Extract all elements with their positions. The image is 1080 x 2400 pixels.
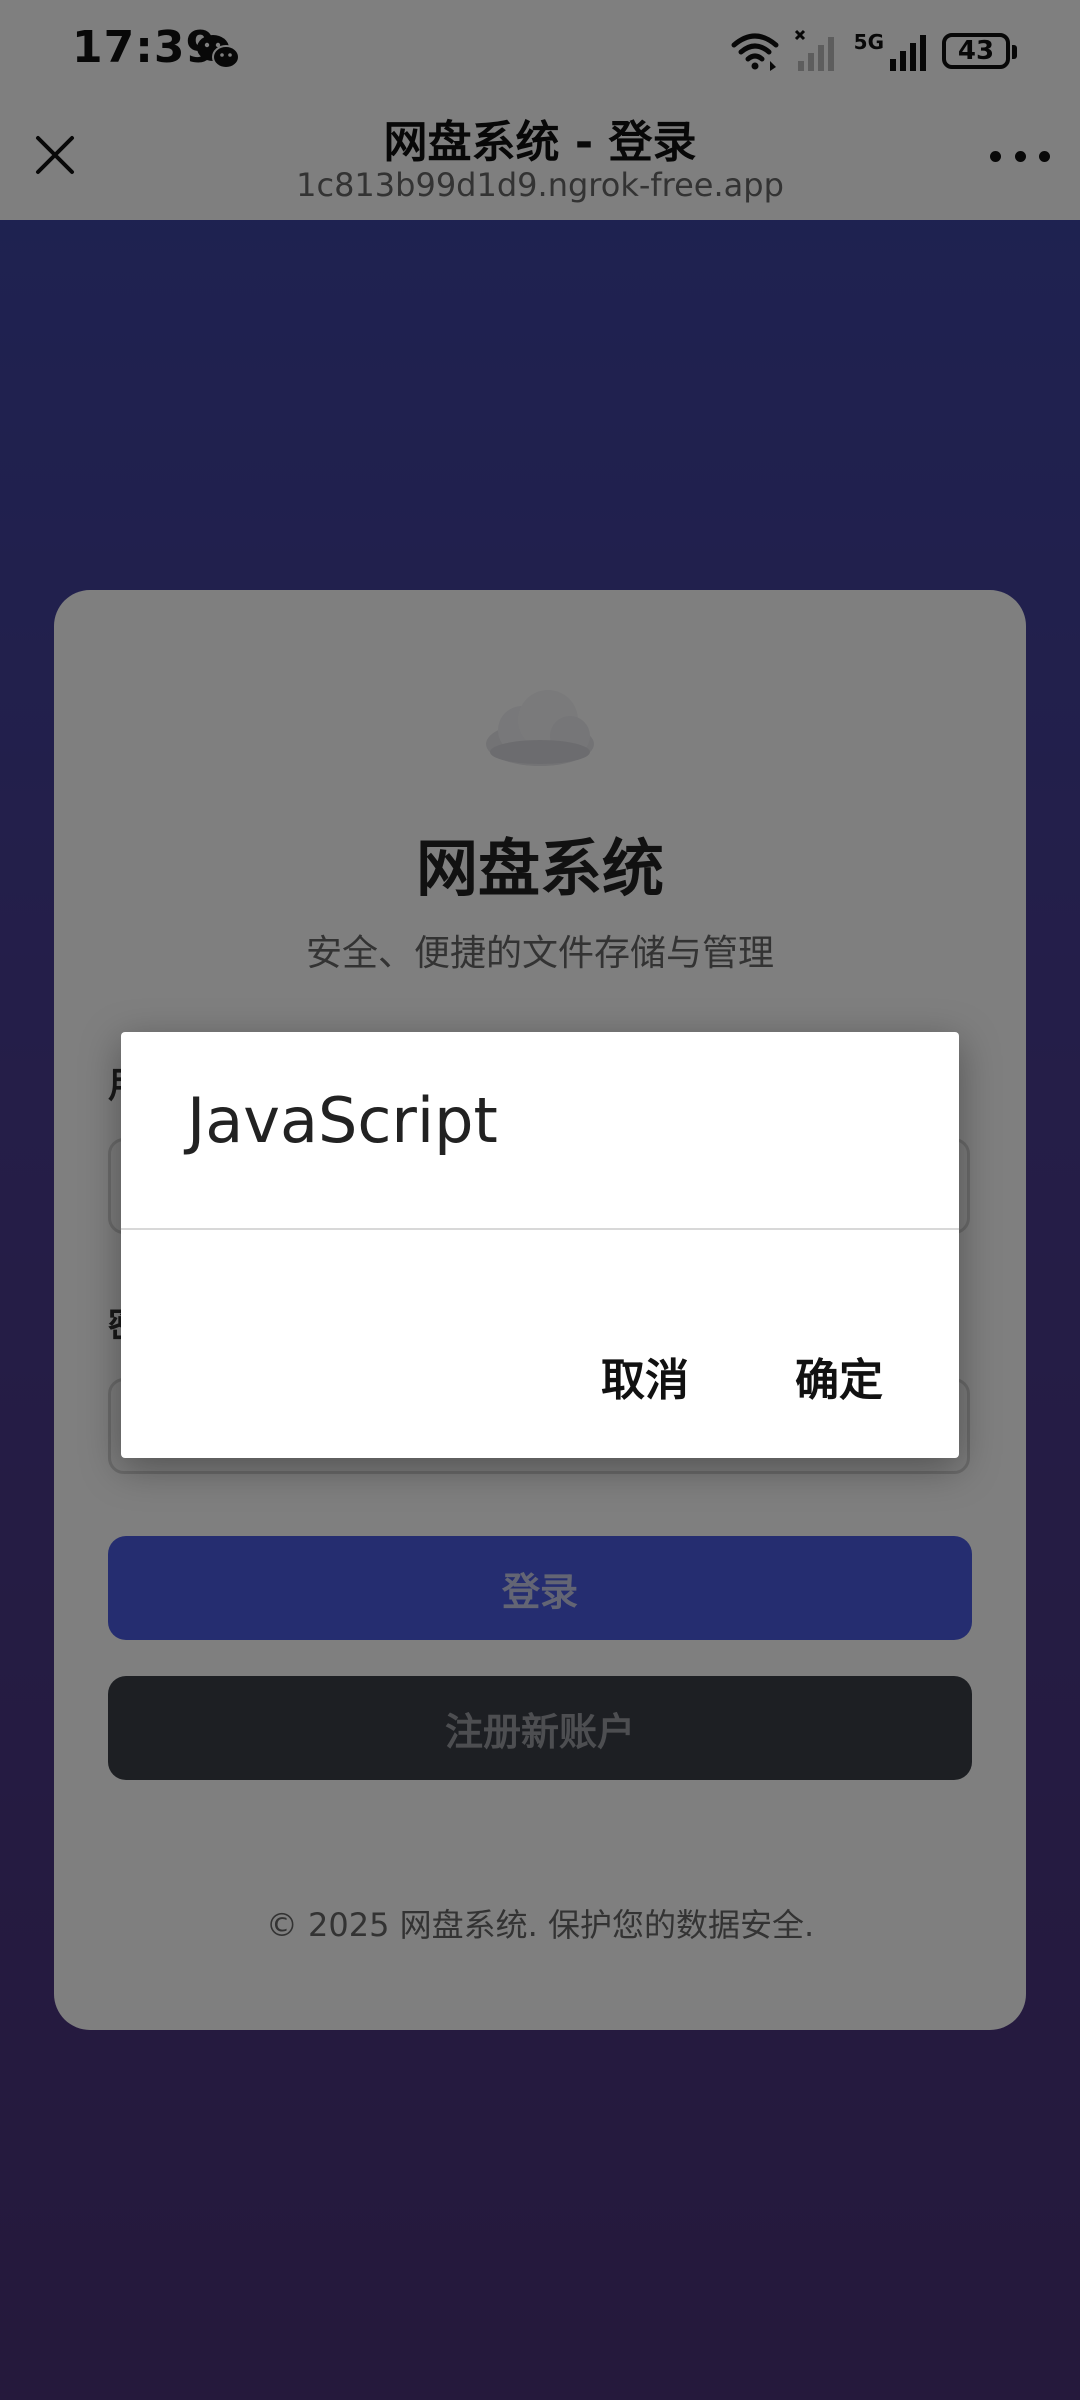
javascript-dialog: JavaScript 取消 确定 <box>121 1032 959 1458</box>
dialog-title: JavaScript <box>187 1084 498 1157</box>
dialog-divider <box>121 1228 959 1230</box>
dialog-ok-button[interactable]: 确定 <box>795 1344 883 1408</box>
dialog-cancel-button[interactable]: 取消 <box>601 1344 689 1408</box>
screen-root: 17:39 5G <box>0 0 1080 2400</box>
